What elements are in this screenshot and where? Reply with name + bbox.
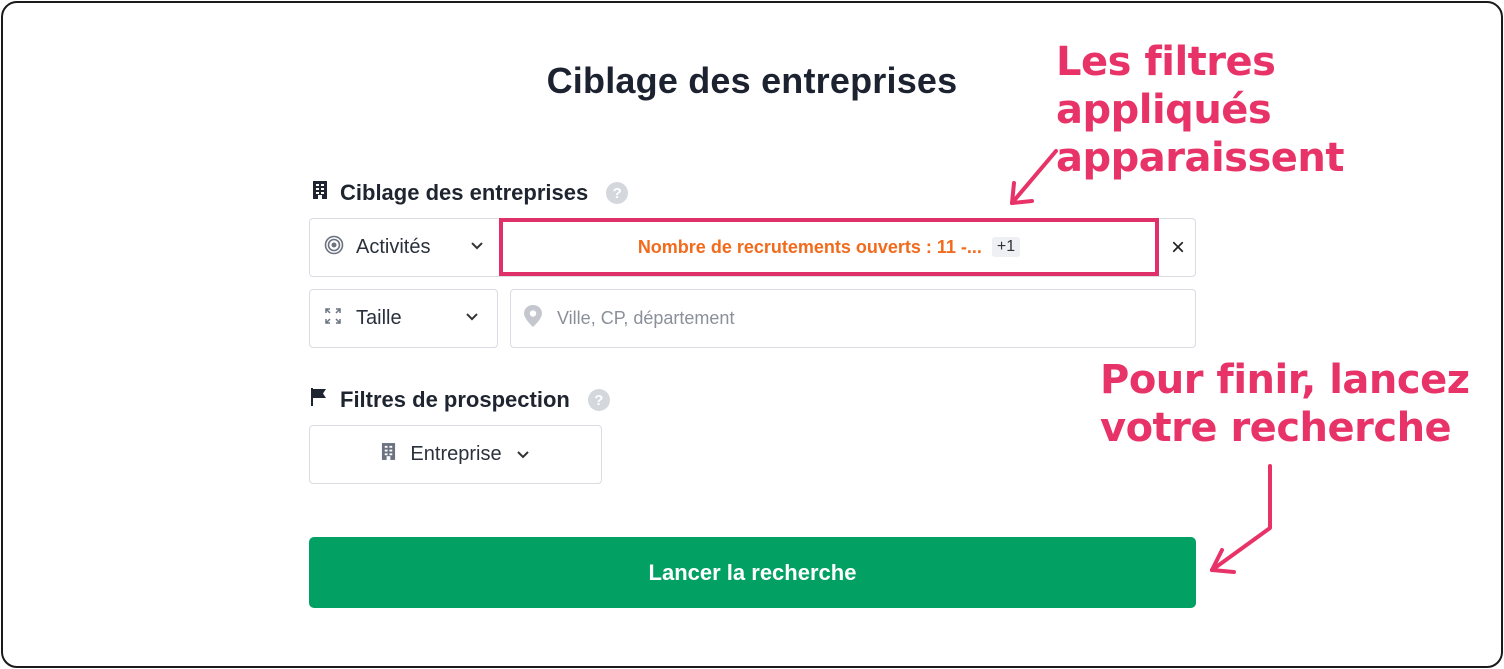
section-label: Filtres de prospection <box>340 387 570 412</box>
annotation-line: Pour finir, lancez <box>1100 357 1470 403</box>
close-icon: × <box>1170 233 1185 261</box>
annotation-applied-filters: Les filtres appliqués apparaissent <box>1056 38 1496 182</box>
section-header-targeting: Ciblage des entreprises ? <box>312 180 629 206</box>
annotation-launch-search: Pour finir, lancez votre recherche <box>1100 356 1480 452</box>
location-input[interactable] <box>557 308 1157 329</box>
applied-filter-chip[interactable]: Nombre de recrutements ouverts : 11 -...… <box>499 218 1159 276</box>
search-button[interactable]: Lancer la recherche <box>309 537 1196 608</box>
activities-select[interactable]: Activités <box>310 219 500 276</box>
entity-select[interactable]: Entreprise <box>309 425 602 484</box>
location-field <box>510 289 1196 348</box>
annotation-line: apparaissent <box>1056 135 1345 181</box>
size-select-label: Taille <box>356 307 402 329</box>
activities-select-label: Activités <box>356 236 431 258</box>
building-icon <box>381 442 396 467</box>
expand-icon <box>324 307 342 331</box>
section-label: Ciblage des entreprises <box>340 180 589 205</box>
annotation-arrow-icon <box>1210 464 1272 574</box>
page-title: Ciblage des entreprises <box>546 60 958 101</box>
chevron-down-icon <box>470 238 484 256</box>
help-icon[interactable]: ? <box>587 389 610 411</box>
annotation-line: votre recherche <box>1100 405 1452 451</box>
annotation-arrow-icon <box>1010 149 1058 205</box>
flag-icon <box>310 387 328 413</box>
annotation-line: Les filtres appliqués <box>1056 39 1276 133</box>
help-icon[interactable]: ? <box>606 182 629 204</box>
entity-select-label: Entreprise <box>410 443 502 465</box>
size-select[interactable]: Taille <box>309 289 498 348</box>
building-icon <box>312 180 328 206</box>
extra-filters-badge[interactable]: +1 <box>991 237 1021 257</box>
chevron-down-icon <box>465 309 479 327</box>
chevron-down-icon <box>516 443 530 466</box>
section-header-prospecting: Filtres de prospection ? <box>310 387 610 413</box>
applied-filter-text: Nombre de recrutements ouverts : 11 -... <box>637 236 982 257</box>
location-pin-icon <box>523 304 543 333</box>
target-icon <box>324 235 344 261</box>
clear-filters-button[interactable]: × <box>1160 218 1196 277</box>
